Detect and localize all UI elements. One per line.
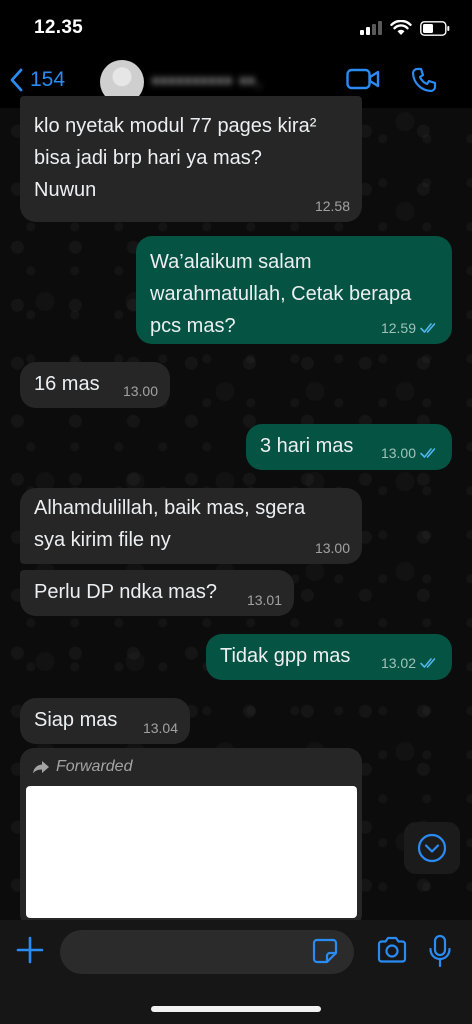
message-time: 12.59 — [380, 320, 416, 336]
video-call-button[interactable] — [346, 67, 380, 96]
plus-icon — [16, 936, 44, 964]
status-time: 12.35 — [34, 17, 84, 38]
double-check-icon — [420, 448, 436, 458]
attach-button[interactable] — [14, 934, 46, 971]
message-meta: 13.00 — [315, 540, 350, 556]
cellular-signal-icon — [360, 21, 382, 35]
message-meta: 13.04 — [143, 720, 178, 736]
scroll-to-bottom-button[interactable] — [404, 822, 460, 874]
forwarded-text: Forwarded — [56, 758, 133, 775]
forwarded-document-message[interactable]: Forwarded — [20, 748, 362, 928]
contact-name[interactable]: ▪▪▪▪▪▪▪▪▪▪ ▪▪. — [152, 70, 262, 93]
message-meta: 13.00 — [381, 445, 440, 461]
voice-call-button[interactable] — [410, 66, 438, 99]
status-icons — [360, 20, 450, 36]
message-time: 13.02 — [380, 655, 416, 671]
double-check-icon — [420, 323, 436, 333]
unread-count: 154 — [30, 68, 66, 91]
video-call-icon — [346, 68, 380, 90]
back-chevron-icon — [10, 68, 23, 92]
message-incoming[interactable]: Siap mas 13.04 — [20, 698, 190, 744]
home-indicator[interactable] — [151, 1006, 321, 1012]
message-meta: 12.58 — [315, 198, 350, 214]
message-meta: 13.00 — [123, 383, 158, 399]
message-text: Alhamdulillah, baik mas, sgera sya kirim… — [34, 497, 306, 551]
message-meta: 13.02 — [381, 655, 440, 671]
sticker-button[interactable] — [312, 938, 338, 969]
back-button[interactable]: 154 — [10, 68, 65, 92]
message-outgoing[interactable]: 3 hari mas 13.00 — [246, 424, 452, 470]
wifi-icon — [390, 20, 412, 35]
message-incoming[interactable]: klo nyetak modul 77 pages kira² bisa jad… — [20, 96, 362, 222]
message-time: 13.00 — [122, 383, 158, 399]
sticker-icon — [312, 938, 338, 964]
message-incoming[interactable]: 16 mas 13.00 — [20, 362, 170, 408]
message-outgoing[interactable]: Wa’alaikum salam warahmatullah, Cetak be… — [136, 236, 452, 344]
message-outgoing[interactable]: Tidak gpp mas 13.02 — [206, 634, 452, 680]
message-text: Perlu DP ndka mas? — [34, 581, 218, 603]
mic-icon — [429, 934, 451, 968]
message-input[interactable] — [74, 930, 314, 974]
message-incoming[interactable]: Alhamdulillah, baik mas, sgera sya kirim… — [20, 488, 362, 564]
double-check-icon — [420, 658, 436, 668]
camera-icon — [377, 936, 407, 963]
phone-icon — [411, 67, 437, 93]
document-preview[interactable] — [26, 786, 357, 918]
message-time: 13.01 — [246, 592, 282, 608]
message-text: klo nyetak modul 77 pages kira² bisa jad… — [34, 115, 317, 201]
message-time: 13.00 — [314, 540, 350, 556]
status-bar: 12.35 — [0, 0, 472, 54]
message-input-box[interactable] — [60, 930, 354, 974]
voice-message-button[interactable] — [428, 934, 452, 973]
forward-arrow-icon — [33, 761, 49, 774]
battery-icon — [420, 20, 450, 36]
chevron-down-icon — [417, 833, 447, 863]
message-meta: 12.59 — [381, 320, 440, 336]
forwarded-label: Forwarded — [32, 758, 132, 776]
message-time: 12.58 — [314, 198, 350, 214]
camera-button[interactable] — [376, 936, 408, 969]
message-time: 13.04 — [142, 720, 178, 736]
message-incoming[interactable]: Perlu DP ndka mas? 13.01 — [20, 570, 294, 616]
message-time: 13.00 — [380, 445, 416, 461]
message-meta: 13.01 — [247, 592, 282, 608]
